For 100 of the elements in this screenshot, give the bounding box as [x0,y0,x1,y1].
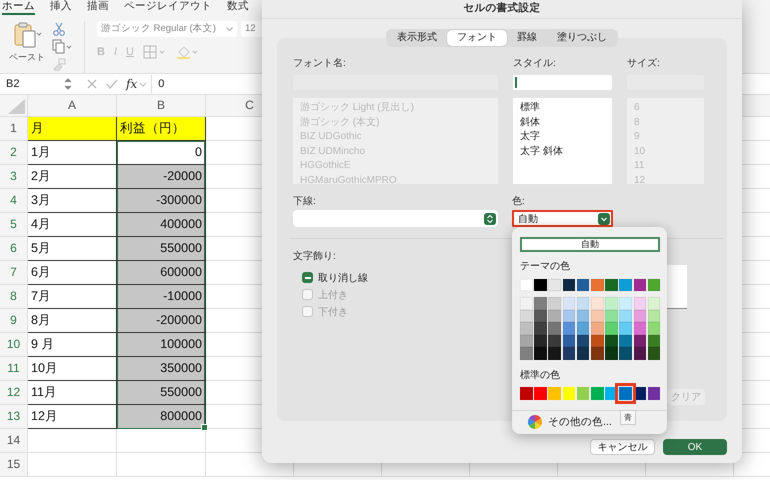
color-swatch[interactable] [619,279,632,291]
color-swatch[interactable] [590,334,604,348]
list-item[interactable]: 太字 斜体 [520,144,612,159]
color-swatch[interactable] [548,310,561,322]
color-swatch[interactable] [576,279,590,291]
color-swatch[interactable] [520,279,533,291]
color-swatch[interactable] [562,347,576,360]
color-swatch[interactable] [648,334,660,348]
color-swatch[interactable] [590,347,604,360]
color-swatch[interactable] [648,310,660,322]
color-swatch[interactable] [520,322,533,335]
automatic-color-button[interactable]: 自動 [520,237,660,252]
color-swatch[interactable] [576,322,590,335]
color-swatch[interactable] [520,386,533,400]
row-header[interactable]: 5 [0,213,28,237]
fill-handle[interactable] [201,424,208,431]
list-item[interactable]: 太字 [520,130,612,144]
color-swatch[interactable] [634,279,646,291]
color-swatch[interactable] [605,322,618,335]
color-swatch[interactable] [534,297,547,310]
color-swatch[interactable] [548,347,561,360]
color-swatch[interactable] [605,334,618,348]
color-swatch[interactable] [576,310,590,322]
ribbon-tab[interactable]: 挿入 [50,0,72,15]
color-swatch[interactable] [534,386,547,400]
color-swatch[interactable] [590,279,604,291]
select-all-corner[interactable] [0,95,28,117]
color-swatch[interactable] [562,322,576,335]
column-header[interactable]: B [117,95,206,117]
ribbon-tab[interactable]: 描画 [87,0,109,15]
ribbon-tab[interactable]: ページレイアウト [124,0,212,15]
color-swatch[interactable] [520,297,533,310]
list-item[interactable]: 標準 [520,101,612,116]
color-swatch[interactable] [648,322,660,335]
color-swatch[interactable] [619,334,632,348]
row-header[interactable]: 13 [0,405,28,429]
row-header[interactable]: 10 [0,333,28,357]
row-header[interactable]: 1 [0,117,28,141]
color-swatch[interactable] [534,322,547,335]
color-swatch[interactable] [605,347,618,360]
color-swatch[interactable] [619,347,632,360]
color-swatch[interactable] [562,334,576,348]
color-swatch[interactable] [562,279,576,291]
color-swatch[interactable] [619,322,632,335]
column-header[interactable]: A [28,95,117,117]
row-header[interactable]: 12 [0,381,28,405]
function-button[interactable]: fx [126,77,138,91]
color-swatch[interactable] [590,297,604,310]
row-header[interactable]: 4 [0,189,28,213]
tab[interactable]: 表示形式 [387,30,447,46]
color-swatch[interactable] [548,279,561,291]
row-header[interactable]: 6 [0,237,28,261]
color-swatch[interactable] [648,279,660,291]
tab[interactable]: 罫線 [507,30,547,46]
color-swatch[interactable] [534,279,547,291]
row-header[interactable]: 2 [0,141,28,165]
color-swatch[interactable] [562,310,576,322]
color-swatch[interactable] [548,334,561,348]
color-swatch[interactable] [576,386,590,400]
color-swatch[interactable] [634,322,646,335]
color-swatch[interactable] [548,386,561,400]
row-header[interactable]: 11 [0,357,28,381]
color-swatch[interactable] [534,310,547,322]
tab[interactable]: 塗りつぶし [547,30,617,46]
name-box[interactable]: B2 [0,78,64,90]
color-swatch[interactable] [576,347,590,360]
color-swatch[interactable] [634,297,646,310]
color-swatch[interactable] [619,297,632,310]
color-swatch[interactable] [648,347,660,360]
color-swatch[interactable] [615,382,636,404]
color-swatch[interactable] [520,310,533,322]
color-swatch[interactable] [648,386,660,400]
ribbon-tab[interactable]: ホーム [2,0,35,15]
color-swatch[interactable] [634,347,646,360]
color-swatch[interactable] [576,297,590,310]
font-name-field[interactable]: 游ゴシック Regular (本文) [97,21,237,37]
color-swatch[interactable] [534,347,547,360]
row-header[interactable]: 15 [0,453,28,477]
color-swatch[interactable] [648,297,660,310]
color-swatch[interactable] [605,297,618,310]
color-swatch[interactable] [590,322,604,335]
color-swatch[interactable] [562,386,576,400]
row-header[interactable]: 14 [0,429,28,453]
color-swatch[interactable] [605,310,618,322]
list-item[interactable]: 斜体 [520,116,612,130]
color-dropdown[interactable]: 自動 [512,210,613,227]
color-swatch[interactable] [605,279,618,291]
style-list[interactable]: 標準 斜体 太字 太字 斜体 [513,98,612,184]
more-colors-item[interactable]: その他の色... [548,414,612,429]
color-swatch[interactable] [562,297,576,310]
underline-dropdown[interactable] [293,210,498,227]
color-swatch[interactable] [576,334,590,348]
color-swatch[interactable] [520,334,533,348]
cancel-button[interactable]: キャンセル [590,439,655,455]
color-swatch[interactable] [534,334,547,348]
ok-button[interactable]: OK [663,439,727,455]
checkbox[interactable] [302,272,313,283]
style-field[interactable] [513,75,612,90]
color-swatch[interactable] [548,322,561,335]
color-swatch[interactable] [634,310,646,322]
